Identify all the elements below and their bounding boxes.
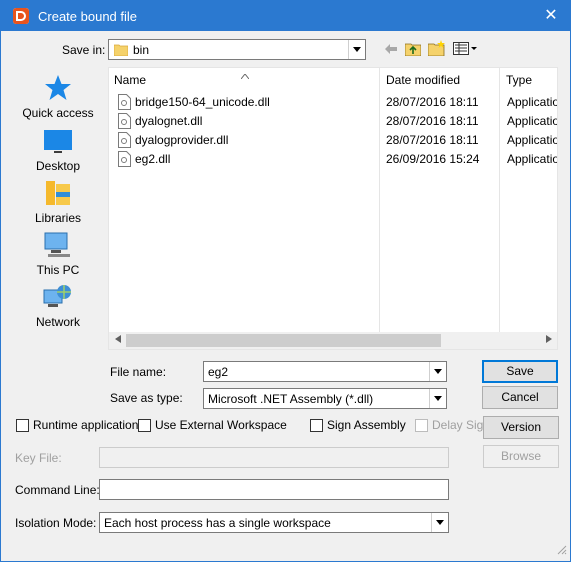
back-arrow-icon[interactable] [384, 42, 398, 59]
places-bar: Quick access Desktop Libraries This PC N… [15, 67, 101, 337]
window-title: Create bound file [38, 9, 138, 24]
file-date: 28/07/2016 18:11 [386, 133, 479, 147]
chevron-down-icon[interactable] [429, 389, 446, 408]
file-type: Applicatio [507, 152, 558, 166]
file-name-value[interactable]: eg2 [208, 365, 228, 379]
runtime-application-checkbox[interactable] [16, 419, 29, 432]
scroll-left-icon[interactable] [109, 332, 126, 349]
place-libraries[interactable]: Libraries [15, 178, 101, 230]
version-button[interactable]: Version [483, 416, 559, 439]
dll-file-icon [118, 151, 131, 167]
place-label: Desktop [35, 159, 81, 173]
save-as-type-select[interactable]: Microsoft .NET Assembly (*.dll) [203, 388, 447, 409]
save-as-type-label: Save as type: [110, 391, 183, 405]
save-in-value: bin [133, 43, 150, 57]
place-label: This PC [36, 263, 80, 277]
place-label: Quick access [22, 106, 94, 120]
command-line-field[interactable] [99, 479, 449, 500]
file-row[interactable]: bridge150-64_unicode.dll 28/07/2016 18:1… [109, 93, 558, 112]
file-type: Applicatio [507, 133, 558, 147]
star-icon [43, 73, 73, 103]
chevron-down-icon[interactable] [431, 513, 448, 532]
sign-assembly-checkbox[interactable] [310, 419, 323, 432]
network-icon [43, 282, 73, 312]
command-line-label: Command Line: [15, 483, 100, 497]
save-button[interactable]: Save [482, 360, 558, 383]
place-network[interactable]: Network [15, 282, 101, 334]
resize-grip-icon[interactable] [557, 544, 567, 558]
new-folder-icon[interactable] [427, 40, 446, 59]
file-date: 26/09/2016 15:24 [386, 152, 480, 166]
key-file-field[interactable] [99, 447, 449, 468]
dll-file-icon [118, 113, 131, 129]
column-header-date[interactable]: Date modified [381, 68, 499, 92]
file-type: Applicatio [507, 95, 558, 109]
desktop-icon [43, 126, 73, 156]
place-label: Libraries [34, 211, 82, 225]
use-external-workspace-label: Use External Workspace [155, 418, 287, 432]
column-header-type[interactable]: Type [501, 68, 557, 92]
file-list[interactable]: Name Date modified Type bridge150-64_uni… [108, 67, 558, 350]
file-row[interactable]: dyalognet.dll 28/07/2016 18:11 Applicati… [109, 112, 558, 131]
file-name: bridge150-64_unicode.dll [135, 95, 270, 109]
isolation-mode-value: Each host process has a single workspace [104, 516, 331, 530]
delay-sign-checkbox[interactable] [415, 419, 428, 432]
file-name-label: File name: [110, 365, 167, 379]
chevron-down-icon[interactable] [348, 40, 365, 59]
title-bar[interactable]: Create bound file ✕ [1, 1, 570, 31]
cancel-button[interactable]: Cancel [482, 386, 558, 409]
place-label: Network [35, 315, 80, 329]
isolation-mode-label: Isolation Mode: [15, 516, 97, 530]
file-type: Applicatio [507, 114, 558, 128]
use-external-workspace-checkbox[interactable] [138, 419, 151, 432]
scrollbar-thumb[interactable] [126, 334, 441, 347]
place-quick-access[interactable]: Quick access [15, 73, 101, 125]
file-name-combo[interactable]: eg2 [203, 361, 447, 382]
computer-icon [43, 230, 73, 260]
horizontal-scrollbar[interactable] [109, 332, 557, 349]
delay-sign-label: Delay Sign [432, 418, 484, 432]
dll-file-icon [118, 94, 131, 110]
view-menu-icon[interactable] [453, 42, 477, 58]
file-row[interactable]: dyalogprovider.dll 28/07/2016 18:11 Appl… [109, 131, 558, 150]
up-folder-icon[interactable] [404, 41, 422, 59]
file-name: dyalognet.dll [135, 114, 203, 128]
file-name: dyalogprovider.dll [135, 133, 229, 147]
sign-assembly-label: Sign Assembly [327, 418, 406, 432]
sort-ascending-icon [240, 68, 250, 82]
save-as-type-value: Microsoft .NET Assembly (*.dll) [208, 392, 374, 406]
libraries-icon [43, 178, 73, 208]
isolation-mode-select[interactable]: Each host process has a single workspace [99, 512, 449, 533]
save-in-combo[interactable]: bin [108, 39, 366, 60]
dyalog-app-icon [13, 8, 29, 24]
scroll-right-icon[interactable] [540, 332, 557, 349]
file-date: 28/07/2016 18:11 [386, 114, 479, 128]
file-name: eg2.dll [135, 152, 171, 166]
chevron-down-icon[interactable] [429, 362, 446, 381]
place-this-pc[interactable]: This PC [15, 230, 101, 282]
file-date: 28/07/2016 18:11 [386, 95, 479, 109]
place-desktop[interactable]: Desktop [15, 126, 101, 178]
runtime-application-label: Runtime application [33, 418, 139, 432]
close-icon[interactable]: ✕ [540, 5, 562, 27]
create-bound-file-dialog: Create bound file ✕ Save in: bin Quick a… [0, 0, 571, 562]
file-row[interactable]: eg2.dll 26/09/2016 15:24 Applicatio [109, 150, 558, 169]
key-file-label: Key File: [15, 451, 62, 465]
dll-file-icon [118, 132, 131, 148]
save-in-label: Save in: [62, 43, 106, 57]
browse-button[interactable]: Browse [483, 445, 559, 468]
folder-icon [113, 43, 129, 59]
